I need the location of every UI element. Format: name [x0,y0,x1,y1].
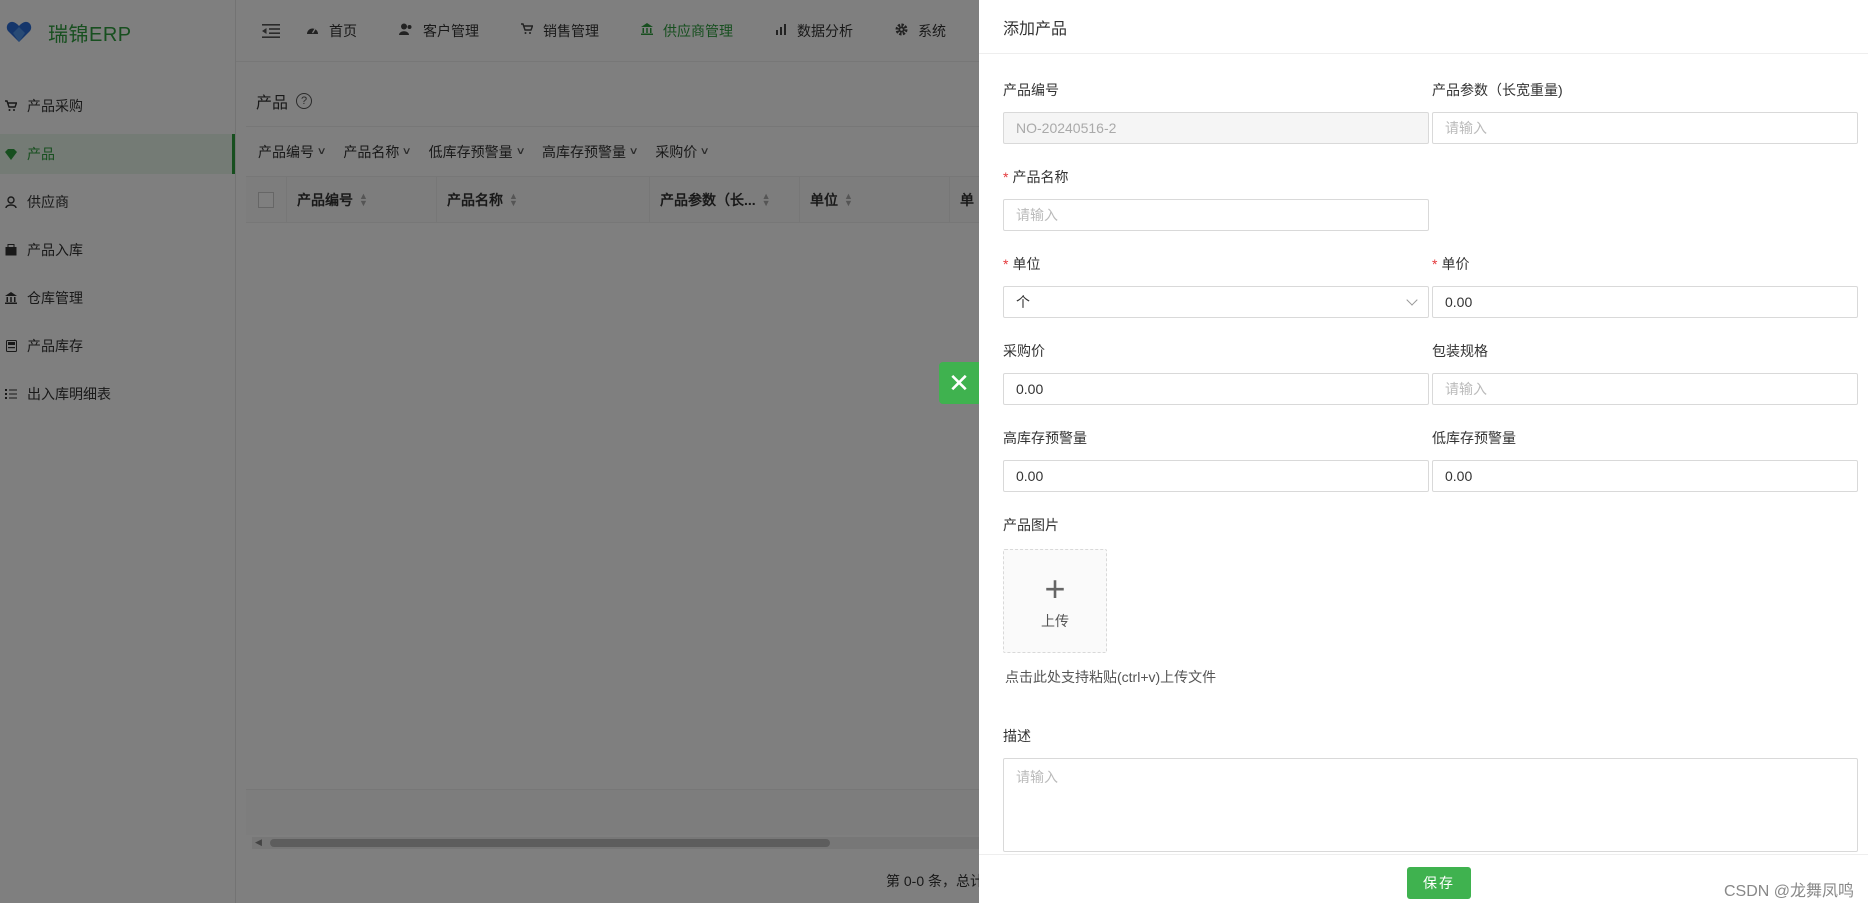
field-product-no: 产品编号 NO-20240516-2 [1003,80,1429,144]
field-label: 描述 [1003,728,1031,744]
unit-select-value: 个 [1016,294,1030,310]
drawer-header: 添加产品 [979,0,1868,54]
field-package-spec: 包装规格 请输入 [1432,341,1858,405]
description-textarea[interactable]: 请输入 [1003,758,1858,852]
field-label: * 单价 [1432,256,1470,272]
field-description: 描述 请输入 [1003,726,1858,852]
field-low-stock-alert: 低库存预警量 0.00 [1432,428,1858,492]
field-unit: * 单位 个 [1003,254,1429,318]
chevron-down-icon [1406,294,1418,306]
field-label: 采购价 [1003,343,1045,359]
field-label: 包装规格 [1432,343,1488,359]
field-purchase-price: 采购价 0.00 [1003,341,1429,405]
low-stock-alert-input[interactable]: 0.00 [1432,460,1858,492]
drawer-title: 添加产品 [1003,20,1068,38]
field-label: 产品参数（长宽重量) [1432,82,1563,98]
field-product-params: 产品参数（长宽重量) 请输入 [1432,80,1858,144]
required-mark: * [1432,256,1438,272]
field-label: * 单位 [1003,256,1041,272]
field-label: 产品编号 [1003,82,1059,98]
required-mark: * [1003,256,1009,272]
drawer-footer: 保存 CSDN @龙舞凤鸣 [979,854,1868,903]
field-unit-price: * 单价 0.00 [1432,254,1858,318]
image-upload-button[interactable]: + 上传 [1003,549,1107,653]
field-high-stock-alert: 高库存预警量 0.00 [1003,428,1429,492]
field-label: 低库存预警量 [1432,430,1516,446]
drawer-close-button[interactable]: ✕ [939,362,979,404]
product-params-input[interactable]: 请输入 [1432,112,1858,144]
high-stock-alert-input[interactable]: 0.00 [1003,460,1429,492]
required-mark: * [1003,169,1009,185]
unit-select[interactable]: 个 [1003,286,1429,318]
upload-label: 上传 [1041,613,1069,629]
field-label: * 产品名称 [1003,169,1069,185]
unit-price-input[interactable]: 0.00 [1432,286,1858,318]
field-label: 产品图片 [1003,517,1059,533]
paste-upload-hint[interactable]: 点击此处支持粘贴(ctrl+v)上传文件 [1005,667,1216,687]
package-spec-input[interactable]: 请输入 [1432,373,1858,405]
field-product-name: * 产品名称 请输入 [1003,167,1429,231]
plus-icon: + [1044,568,1066,609]
product-no-input[interactable]: NO-20240516-2 [1003,112,1429,144]
csdn-watermark: CSDN @龙舞凤鸣 [1723,883,1854,900]
field-product-image: 产品图片 + 上传 [1003,515,1107,653]
close-icon: ✕ [948,367,970,398]
product-name-input[interactable]: 请输入 [1003,199,1429,231]
paste-hint-text: 点击此处支持粘贴(ctrl+v)上传文件 [1005,669,1217,685]
add-product-drawer: 添加产品 产品编号 NO-20240516-2 产品参数（长宽重量) 请输入 *… [979,0,1868,903]
purchase-price-input[interactable]: 0.00 [1003,373,1429,405]
save-button[interactable]: 保存 [1407,867,1471,899]
field-label: 高库存预警量 [1003,430,1087,446]
